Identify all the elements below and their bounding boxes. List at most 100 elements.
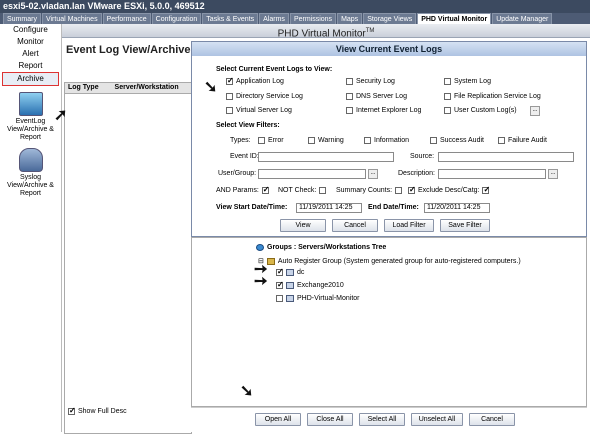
background-table-body xyxy=(64,94,192,434)
summary-counts-option[interactable]: Summary Counts: xyxy=(336,187,403,194)
security-log-checkbox[interactable] xyxy=(346,78,353,85)
start-date-input[interactable]: 11/19/2011 14:25 xyxy=(296,203,362,213)
exclude-desc-checkbox[interactable] xyxy=(482,185,490,194)
tree-item-exchange-checkbox[interactable] xyxy=(276,280,284,289)
tree-group[interactable]: ⊟ Auto Register Group (System generated g… xyxy=(258,257,521,265)
tab-maps[interactable]: Maps xyxy=(337,13,363,24)
custom-log-option[interactable]: User Custom Log(s) xyxy=(444,107,517,114)
tree-item-dc-checkbox[interactable] xyxy=(276,267,284,276)
system-log-checkbox[interactable] xyxy=(444,78,451,85)
type-error-checkbox[interactable] xyxy=(258,137,265,144)
close-all-button[interactable]: Close All xyxy=(307,413,353,426)
tree-root[interactable]: Groups : Servers/Workstations Tree xyxy=(256,244,386,251)
tree-item-phd-checkbox[interactable] xyxy=(276,295,283,302)
arrow-icon: ➘ xyxy=(240,383,254,400)
load-filter-button[interactable]: Load Filter xyxy=(384,219,434,232)
summary-counts-checkbox[interactable] xyxy=(395,187,403,194)
column-server-workstation[interactable]: Server/Workstation xyxy=(115,84,179,91)
directory-log-option[interactable]: Directory Service Log xyxy=(226,93,303,100)
unselect-all-button[interactable]: Unselect All xyxy=(411,413,463,426)
start-date-label: View Start Date/Time: xyxy=(216,204,288,211)
security-log-option[interactable]: Security Log xyxy=(346,78,395,85)
nav-eventlog[interactable]: EventLog View/Archive & Report xyxy=(0,92,61,142)
tab-storage-views[interactable]: Storage Views xyxy=(363,13,417,24)
tab-alarms[interactable]: Alarms xyxy=(259,13,289,24)
tree-item-dc[interactable]: dc xyxy=(276,267,304,276)
show-full-desc-option[interactable]: Show Full Desc xyxy=(68,406,127,415)
nav-report[interactable]: Report xyxy=(0,60,61,72)
tab-permissions[interactable]: Permissions xyxy=(289,13,337,24)
type-warning-option[interactable]: Warning xyxy=(308,137,344,144)
user-group-browse-button[interactable]: ... xyxy=(368,169,378,179)
ie-log-checkbox[interactable] xyxy=(346,107,353,114)
dns-log-checkbox[interactable] xyxy=(346,93,353,100)
ie-log-option[interactable]: Internet Explorer Log xyxy=(346,107,421,114)
save-filter-button[interactable]: Save Filter xyxy=(440,219,490,232)
custom-log-checkbox[interactable] xyxy=(444,107,451,114)
type-information-option[interactable]: Information xyxy=(364,137,409,144)
description-browse-button[interactable]: ... xyxy=(548,169,558,179)
tab-virtual-machines[interactable]: Virtual Machines xyxy=(41,13,102,24)
tab-configuration[interactable]: Configuration xyxy=(151,13,202,24)
type-error-option[interactable]: Error xyxy=(258,137,284,144)
not-check-label: NOT Check: xyxy=(278,187,317,194)
user-group-input[interactable] xyxy=(258,169,366,179)
virtual-server-log-option[interactable]: Virtual Server Log xyxy=(226,107,292,114)
tree-item-phd[interactable]: PHD-Virtual-Monitor xyxy=(276,295,360,302)
tab-phd-virtual-monitor[interactable]: PHD Virtual Monitor xyxy=(417,13,492,24)
directory-log-checkbox[interactable] xyxy=(226,93,233,100)
and-params-checkbox[interactable] xyxy=(261,185,269,194)
virtual-server-log-checkbox[interactable] xyxy=(226,107,233,114)
application-log-checkbox[interactable] xyxy=(226,76,234,85)
show-full-desc-checkbox[interactable] xyxy=(68,406,76,415)
type-information-checkbox[interactable] xyxy=(364,137,371,144)
type-error-label: Error xyxy=(268,137,284,144)
source-input[interactable] xyxy=(438,152,574,162)
system-log-option[interactable]: System Log xyxy=(444,78,491,85)
exclude-desc-enable-checkbox[interactable] xyxy=(408,185,416,194)
file-replication-log-option[interactable]: File Replication Service Log xyxy=(444,93,541,100)
globe-icon xyxy=(256,244,264,251)
dialog-cancel-button[interactable]: Cancel xyxy=(332,219,378,232)
tab-performance[interactable]: Performance xyxy=(102,13,151,24)
tree-group-label: Auto Register Group (System generated gr… xyxy=(277,257,521,265)
open-all-button[interactable]: Open All xyxy=(255,413,301,426)
event-id-input[interactable] xyxy=(258,152,394,162)
not-check-checkbox[interactable] xyxy=(319,187,327,194)
end-date-input[interactable]: 11/20/2011 14:25 xyxy=(424,203,490,213)
window-title: esxi5-02.vladan.lan VMware ESXi, 5.0.0, … xyxy=(0,0,590,13)
exclude-desc-option[interactable]: Exclude Desc/Catg: xyxy=(408,185,490,194)
custom-log-browse-button[interactable]: ... xyxy=(530,106,540,116)
end-date-label: End Date/Time: xyxy=(368,204,419,211)
tab-tasks-events[interactable]: Tasks & Events xyxy=(202,13,259,24)
tab-summary[interactable]: Summary xyxy=(3,13,41,24)
type-success-audit-option[interactable]: Success Audit xyxy=(430,137,484,144)
file-replication-log-checkbox[interactable] xyxy=(444,93,451,100)
select-all-button[interactable]: Select All xyxy=(359,413,405,426)
virtual-server-log-label: Virtual Server Log xyxy=(236,107,292,114)
description-input[interactable] xyxy=(438,169,546,179)
column-log-type[interactable]: Log Type xyxy=(68,84,99,91)
nav-archive[interactable]: Archive xyxy=(2,72,59,86)
tree-cancel-button[interactable]: Cancel xyxy=(469,413,515,426)
folder-icon xyxy=(266,257,275,265)
nav-monitor[interactable]: Monitor xyxy=(0,36,61,48)
application-log-option[interactable]: Application Log xyxy=(226,76,284,85)
view-button[interactable]: View xyxy=(280,219,326,232)
event-log-background-panel: Event Log View/Archive & Log Type Server… xyxy=(62,38,202,434)
type-warning-checkbox[interactable] xyxy=(308,137,315,144)
type-success-audit-checkbox[interactable] xyxy=(430,137,437,144)
file-replication-log-label: File Replication Service Log xyxy=(454,93,541,100)
tree-item-exchange[interactable]: Exchange2010 xyxy=(276,280,344,289)
not-check-option[interactable]: NOT Check: xyxy=(278,187,327,194)
nav-syslog[interactable]: Syslog View/Archive & Report xyxy=(0,148,61,198)
nav-configure[interactable]: Configure xyxy=(0,24,61,36)
description-label: Description: xyxy=(398,170,435,177)
type-failure-audit-checkbox[interactable] xyxy=(498,137,505,144)
type-failure-audit-option[interactable]: Failure Audit xyxy=(498,137,547,144)
nav-alert[interactable]: Alert xyxy=(0,48,61,60)
dns-log-option[interactable]: DNS Server Log xyxy=(346,93,407,100)
tab-update-manager[interactable]: Update Manager xyxy=(492,13,553,24)
dialog-title: View Current Event Logs xyxy=(192,42,586,56)
and-params-option[interactable]: AND Params: xyxy=(216,185,269,194)
